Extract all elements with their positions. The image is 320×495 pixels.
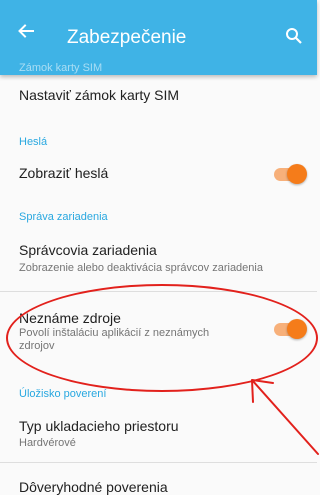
device-admins-item-title[interactable]: Správcovia zariadenia	[19, 242, 157, 258]
section-header-credentials: Úložisko poverení	[19, 388, 107, 400]
arrow-back-icon[interactable]	[16, 21, 36, 41]
device-admins-item-subtitle: Zobrazenie alebo deaktivácia správcov za…	[19, 262, 263, 274]
search-icon[interactable]	[285, 27, 303, 45]
app-bar-row: Zabezpečenie	[0, 0, 317, 62]
toggle-thumb	[287, 164, 307, 184]
toggle-thumb	[287, 319, 307, 339]
divider	[0, 291, 317, 292]
page-title: Zabezpečenie	[67, 27, 187, 48]
storage-type-item-title[interactable]: Typ ukladacieho priestoru	[19, 418, 179, 434]
show-passwords-toggle[interactable]	[273, 164, 307, 184]
show-passwords-item-title[interactable]: Zobraziť heslá	[19, 165, 108, 181]
app-bar: Zabezpečenie Zámok karty SIM	[0, 0, 317, 75]
unknown-sources-toggle[interactable]	[273, 319, 307, 339]
unknown-sources-item-subtitle: Povolí inštaláciu aplikácií z neznámych …	[19, 327, 210, 352]
section-header-device-admin: Správa zariadenia	[19, 211, 108, 223]
section-header-sim-lock: Zámok karty SIM	[19, 62, 103, 74]
unknown-sources-item-title[interactable]: Neznáme zdroje	[19, 310, 121, 326]
sim-lock-item-title[interactable]: Nastaviť zámok karty SIM	[19, 87, 179, 103]
divider	[0, 462, 317, 463]
trusted-credentials-item-title[interactable]: Dôveryhodné poverenia	[19, 479, 168, 495]
storage-type-item-subtitle: Hardvérové	[19, 437, 76, 449]
section-header-passwords: Heslá	[19, 136, 48, 148]
